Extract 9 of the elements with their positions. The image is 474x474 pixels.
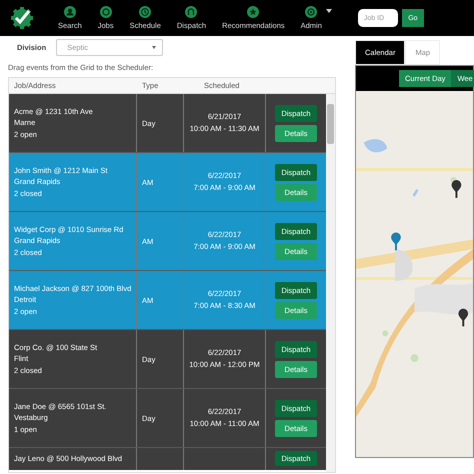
star-icon [247,6,260,18]
person-icon [64,6,76,18]
caret-icon[interactable] [326,9,332,13]
arch-icon [185,6,198,18]
caret-icon [152,46,156,48]
logo-icon[interactable] [10,6,34,30]
scrollbar[interactable] [326,94,335,472]
circle-icon [100,6,112,18]
clock-icon [139,6,152,18]
